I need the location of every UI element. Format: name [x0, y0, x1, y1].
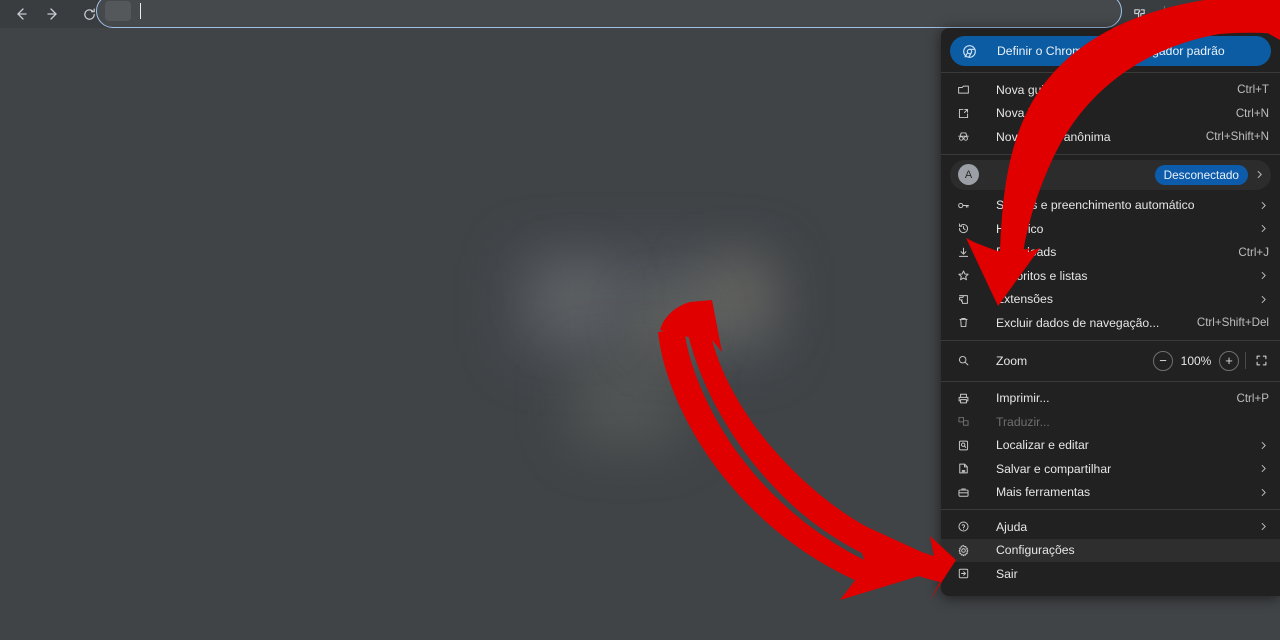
menu-item-label: Ajuda: [996, 519, 1028, 534]
chrome-main-menu: Definir o Chrome como navegador padrão N…: [941, 28, 1280, 596]
save-share-icon: [957, 462, 977, 475]
menu-item-help[interactable]: Ajuda: [941, 515, 1280, 539]
menu-item-translate: Traduzir...: [941, 410, 1280, 434]
zoom-in-button[interactable]: +: [1219, 350, 1239, 371]
zoom-label: Zoom: [996, 353, 1028, 368]
chevron-right-icon: [1258, 521, 1269, 532]
menu-item-new-tab[interactable]: Nova guia Ctrl+T: [941, 78, 1280, 102]
menu-separator: [941, 509, 1280, 510]
menu-separator: [941, 380, 1280, 382]
printer-icon: [957, 392, 977, 405]
menu-separator: [941, 339, 1280, 341]
menu-item-accel: Ctrl+Shift+Del: [1196, 316, 1269, 330]
account-row[interactable]: A Desconectado: [950, 159, 1271, 190]
new-tab-icon: [957, 83, 977, 96]
menu-item-label: Salvar e compartilhar: [996, 461, 1112, 476]
menu-item-label: Traduzir...: [996, 414, 1050, 429]
chevron-right-icon: [1258, 200, 1269, 211]
menu-item-label: Senhas e preenchimento automático: [996, 198, 1195, 213]
site-info-icon[interactable]: [105, 1, 131, 21]
menu-item-label: Localizar e editar: [996, 438, 1089, 453]
menu-separator: [941, 153, 1280, 155]
menu-item-more-tools[interactable]: Mais ferramentas: [941, 481, 1280, 505]
menu-item-label: Sair: [996, 566, 1018, 581]
menu-item-passwords-autofill[interactable]: Senhas e preenchimento automático: [941, 194, 1280, 218]
zoom-level: 100%: [1180, 353, 1212, 368]
help-circle-icon: [957, 520, 977, 533]
magnifier-icon: [957, 354, 977, 367]
trash-icon: [957, 316, 977, 329]
chevron-right-icon: [1258, 294, 1269, 305]
incognito-icon: [957, 130, 977, 143]
toolbar-divider: [1164, 6, 1165, 22]
menu-item-label: Excluir dados de navegação...: [996, 315, 1160, 330]
fullscreen-icon[interactable]: [1255, 354, 1268, 367]
menu-item-history[interactable]: Histórico: [941, 217, 1280, 241]
menu-item-label: Histórico: [996, 221, 1044, 236]
menu-item-find-and-edit[interactable]: Localizar e editar: [941, 434, 1280, 458]
menu-item-accel: Ctrl+Shift+N: [1205, 130, 1269, 144]
zoom-control-row: Zoom − 100% +: [941, 346, 1280, 376]
menu-item-label: Nova janela: [996, 106, 1061, 121]
chevron-right-icon: [1258, 270, 1269, 281]
menu-item-accel: Ctrl+J: [1238, 245, 1269, 259]
menu-item-accel: Ctrl+P: [1236, 391, 1269, 405]
menu-separator: [941, 72, 1280, 73]
menu-item-bookmarks-lists[interactable]: Favoritos e listas: [941, 264, 1280, 288]
menu-item-save-and-share[interactable]: Salvar e compartilhar: [941, 457, 1280, 481]
forward-arrow-icon[interactable]: [38, 1, 68, 27]
translate-icon: [957, 415, 977, 428]
status-badge[interactable]: Desconectado: [1154, 164, 1248, 185]
text-caret: [140, 3, 141, 19]
menu-item-settings[interactable]: Configurações: [941, 538, 1280, 562]
menu-item-new-window[interactable]: Nova janela Ctrl+N: [941, 102, 1280, 126]
menu-item-label: Downloads: [996, 245, 1057, 260]
zoom-out-button[interactable]: −: [1153, 350, 1173, 371]
find-edit-icon: [957, 439, 977, 452]
chrome-logo-icon: [962, 44, 986, 59]
address-bar[interactable]: [96, 0, 1122, 28]
avatar: A: [958, 164, 979, 185]
menu-item-label: Favoritos e listas: [996, 268, 1088, 283]
browser-window: Definir o Chrome como navegador padrão N…: [0, 0, 1280, 640]
menu-item-label: Configurações: [996, 543, 1075, 558]
puzzle-icon: [957, 293, 977, 306]
menu-item-label: Nova guia: [996, 82, 1051, 97]
download-icon: [957, 246, 977, 259]
key-icon: [957, 199, 977, 212]
back-arrow-icon[interactable]: [6, 1, 36, 27]
gear-icon: [957, 544, 977, 557]
menu-item-accel: Ctrl+N: [1235, 106, 1269, 120]
menu-item-downloads[interactable]: Downloads Ctrl+J: [941, 241, 1280, 265]
menu-item-label: Extensões: [996, 292, 1053, 307]
new-window-icon: [957, 107, 977, 120]
star-icon: [957, 269, 977, 282]
chevron-right-icon: [1258, 223, 1269, 234]
exit-icon: [957, 567, 977, 580]
chevron-right-icon: [1258, 463, 1269, 474]
menu-item-accel: Ctrl+T: [1237, 83, 1269, 97]
menu-item-label: Mais ferramentas: [996, 485, 1091, 500]
three-dot-menu-icon[interactable]: [1248, 0, 1278, 28]
toolbox-icon: [957, 486, 977, 499]
promo-label: Definir o Chrome como navegador padrão: [997, 44, 1225, 58]
menu-item-clear-browsing-data[interactable]: Excluir dados de navegação... Ctrl+Shift…: [941, 311, 1280, 335]
chevron-right-icon: [1258, 440, 1269, 451]
history-icon: [957, 222, 977, 235]
set-default-browser-promo[interactable]: Definir o Chrome como navegador padrão: [950, 36, 1271, 66]
extensions-puzzle-icon[interactable]: [1125, 1, 1153, 27]
menu-item-new-incognito-window[interactable]: Nova janela anônima Ctrl+Shift+N: [941, 125, 1280, 149]
menu-item-label: Nova janela anônima: [996, 129, 1111, 144]
menu-item-exit[interactable]: Sair: [941, 562, 1280, 586]
menu-item-print[interactable]: Imprimir... Ctrl+P: [941, 387, 1280, 411]
chevron-right-icon: [1254, 169, 1265, 180]
menu-item-extensions[interactable]: Extensões: [941, 288, 1280, 312]
menu-item-label: Imprimir...: [996, 391, 1050, 406]
chevron-right-icon: [1258, 487, 1269, 498]
